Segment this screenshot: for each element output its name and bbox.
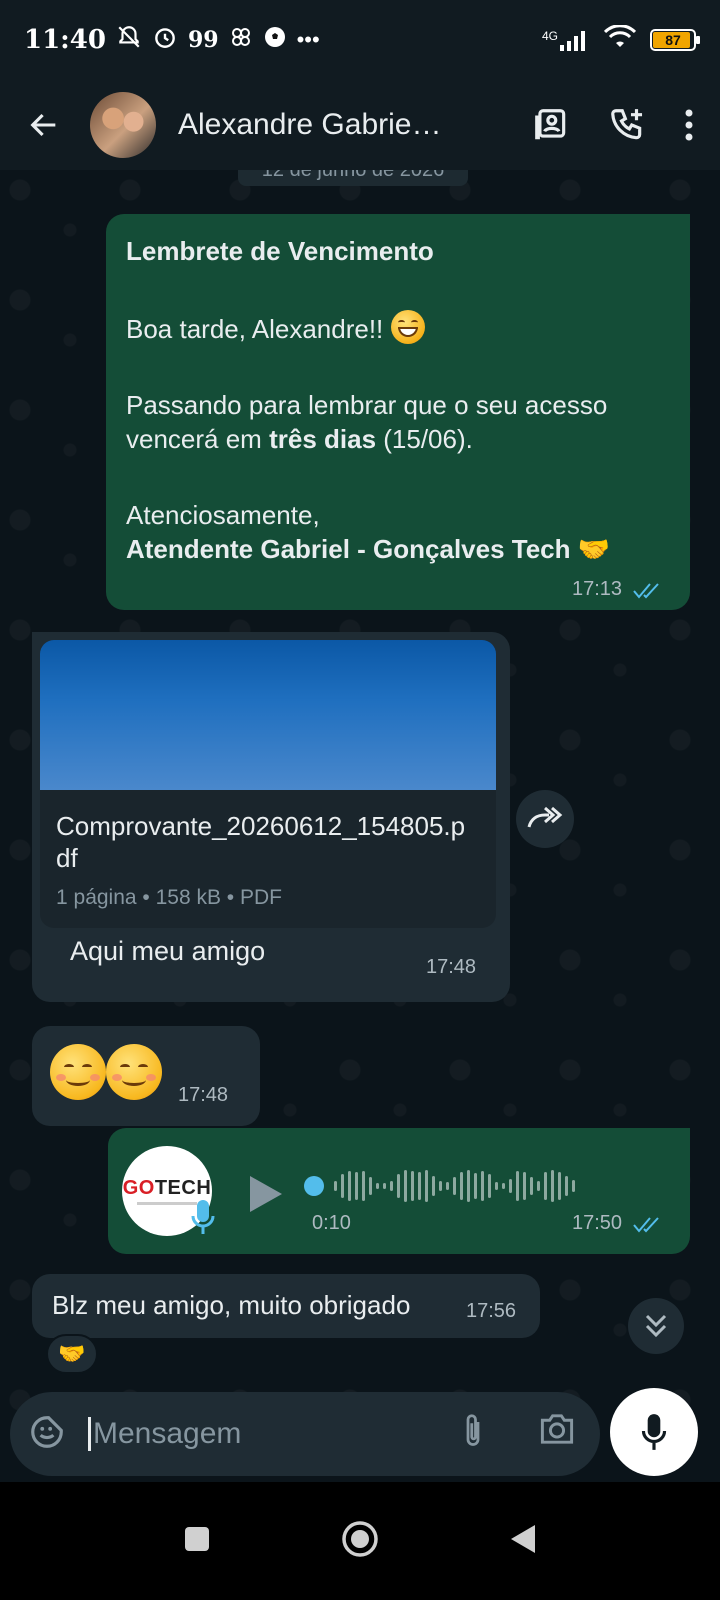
smiling-emoji-icon [106,1044,162,1100]
more-notifications: ••• [296,27,320,52]
square-icon [185,1526,209,1551]
pdf-file-name: Comprovante_20260612_154805.pdf [56,811,466,873]
audio-waveform[interactable] [304,1166,575,1206]
system-nav-bar [0,1482,720,1600]
soccer-ball-icon [263,25,287,55]
attach-button[interactable] [458,1412,488,1457]
message-text: Aqui meu amigo [70,936,266,966]
recents-button[interactable] [183,1525,211,1558]
sticker-icon [31,1415,63,1448]
microphone-icon [641,1414,667,1450]
chat-area[interactable]: 12 de junho de 2026 Lembrete de Vencimen… [0,170,720,1512]
message-bubble-incoming[interactable]: Blz meu amigo, muito obrigado 17:56 [32,1274,540,1338]
wifi-icon [603,23,637,56]
message-input[interactable] [88,1417,428,1451]
chat-header: Alexandre Gabriel Nunes [0,80,720,170]
pdf-attachment[interactable]: Comprovante_20260612_154805.pdf 1 página… [40,640,496,928]
contact-name[interactable]: Alexandre Gabriel Nunes [178,108,448,142]
contact-card-icon [535,109,566,140]
message-body-bold: três dias [269,424,377,454]
alarm-icon [152,24,178,56]
date-chip: 12 de junho de 2026 [238,170,468,186]
message-time: 17:48 [426,956,477,978]
more-vertical-icon [685,109,693,141]
message-time: 17:48 [178,1084,229,1106]
message-signature: Atendente Gabriel - Gonçalves Tech [126,534,571,564]
logo-text-go: GO [122,1177,155,1199]
nav-back-button[interactable] [509,1523,537,1560]
read-ticks-icon [633,583,659,599]
message-title: Lembrete de Vencimento [126,236,434,266]
phone-plus-icon [611,109,643,140]
scroll-to-bottom-button[interactable] [628,1298,684,1354]
battery-icon: 87 [650,29,700,51]
message-time: 17:56 [466,1300,517,1322]
read-ticks-icon [633,1217,659,1233]
forward-icon [527,806,563,828]
paperclip-icon [466,1413,480,1446]
play-button[interactable] [248,1174,284,1214]
back-button[interactable] [20,101,68,149]
video-call-button[interactable] [532,106,570,144]
composer-bar [10,1392,600,1476]
message-text: Blz meu amigo, muito obrigado [52,1290,411,1320]
pdf-preview [40,640,496,790]
camera-button[interactable] [538,1412,576,1457]
clock: 11:40 [24,25,106,55]
status-bar: 11:40 99 ••• 4G 87 [0,0,720,80]
circle-icon [342,1520,378,1557]
message-bubble-incoming[interactable]: Comprovante_20260612_154805.pdf 1 página… [32,632,510,1002]
network-type: 4G [541,29,558,43]
add-call-button[interactable] [608,106,646,144]
menu-button[interactable] [684,108,694,142]
message-greeting: Boa tarde, Alexandre!! [126,314,384,344]
signal-icon: 4G [542,29,590,51]
home-button[interactable] [341,1520,379,1563]
camera-icon [540,1413,574,1444]
message-signoff: Atenciosamente, [126,500,320,530]
mic-badge-icon [191,1200,215,1234]
audio-duration: 0:10 [312,1212,351,1234]
message-bubble-outgoing[interactable]: Lembrete de Vencimento Boa tarde, Alexan… [106,214,690,610]
handshake-icon: 🤝 [577,534,611,564]
contact-avatar[interactable] [90,92,156,158]
pinwheel-icon [229,25,253,55]
smiling-emoji-icon [50,1044,106,1100]
message-bubble-incoming[interactable]: 17:48 [32,1026,260,1126]
forward-button[interactable] [516,790,574,848]
double-chevron-down-icon [645,1314,667,1338]
message-body-2: (15/06). [376,424,473,454]
arrow-left-icon [30,113,56,137]
message-text: Lembrete de Vencimento Boa tarde, Alexan… [126,234,666,566]
message-time: 17:50 [572,1212,623,1234]
bell-off-icon [116,24,142,56]
sticker-button[interactable] [28,1413,66,1456]
waveform-scrubber[interactable] [304,1176,324,1196]
notification-count: 99 [187,27,219,53]
triangle-back-icon [511,1524,535,1553]
message-time: 17:13 [572,578,623,600]
logo-text-tech: TECH [154,1177,212,1199]
battery-level: 87 [665,32,681,48]
voice-record-button[interactable] [610,1388,698,1476]
message-reaction[interactable]: 🤝 [46,1334,98,1374]
grinning-emoji-icon [390,310,425,344]
voice-message-bubble[interactable]: GOTECH 0:10 17:50 [108,1128,690,1254]
pdf-file-meta: 1 página • 158 kB • PDF [56,886,282,909]
